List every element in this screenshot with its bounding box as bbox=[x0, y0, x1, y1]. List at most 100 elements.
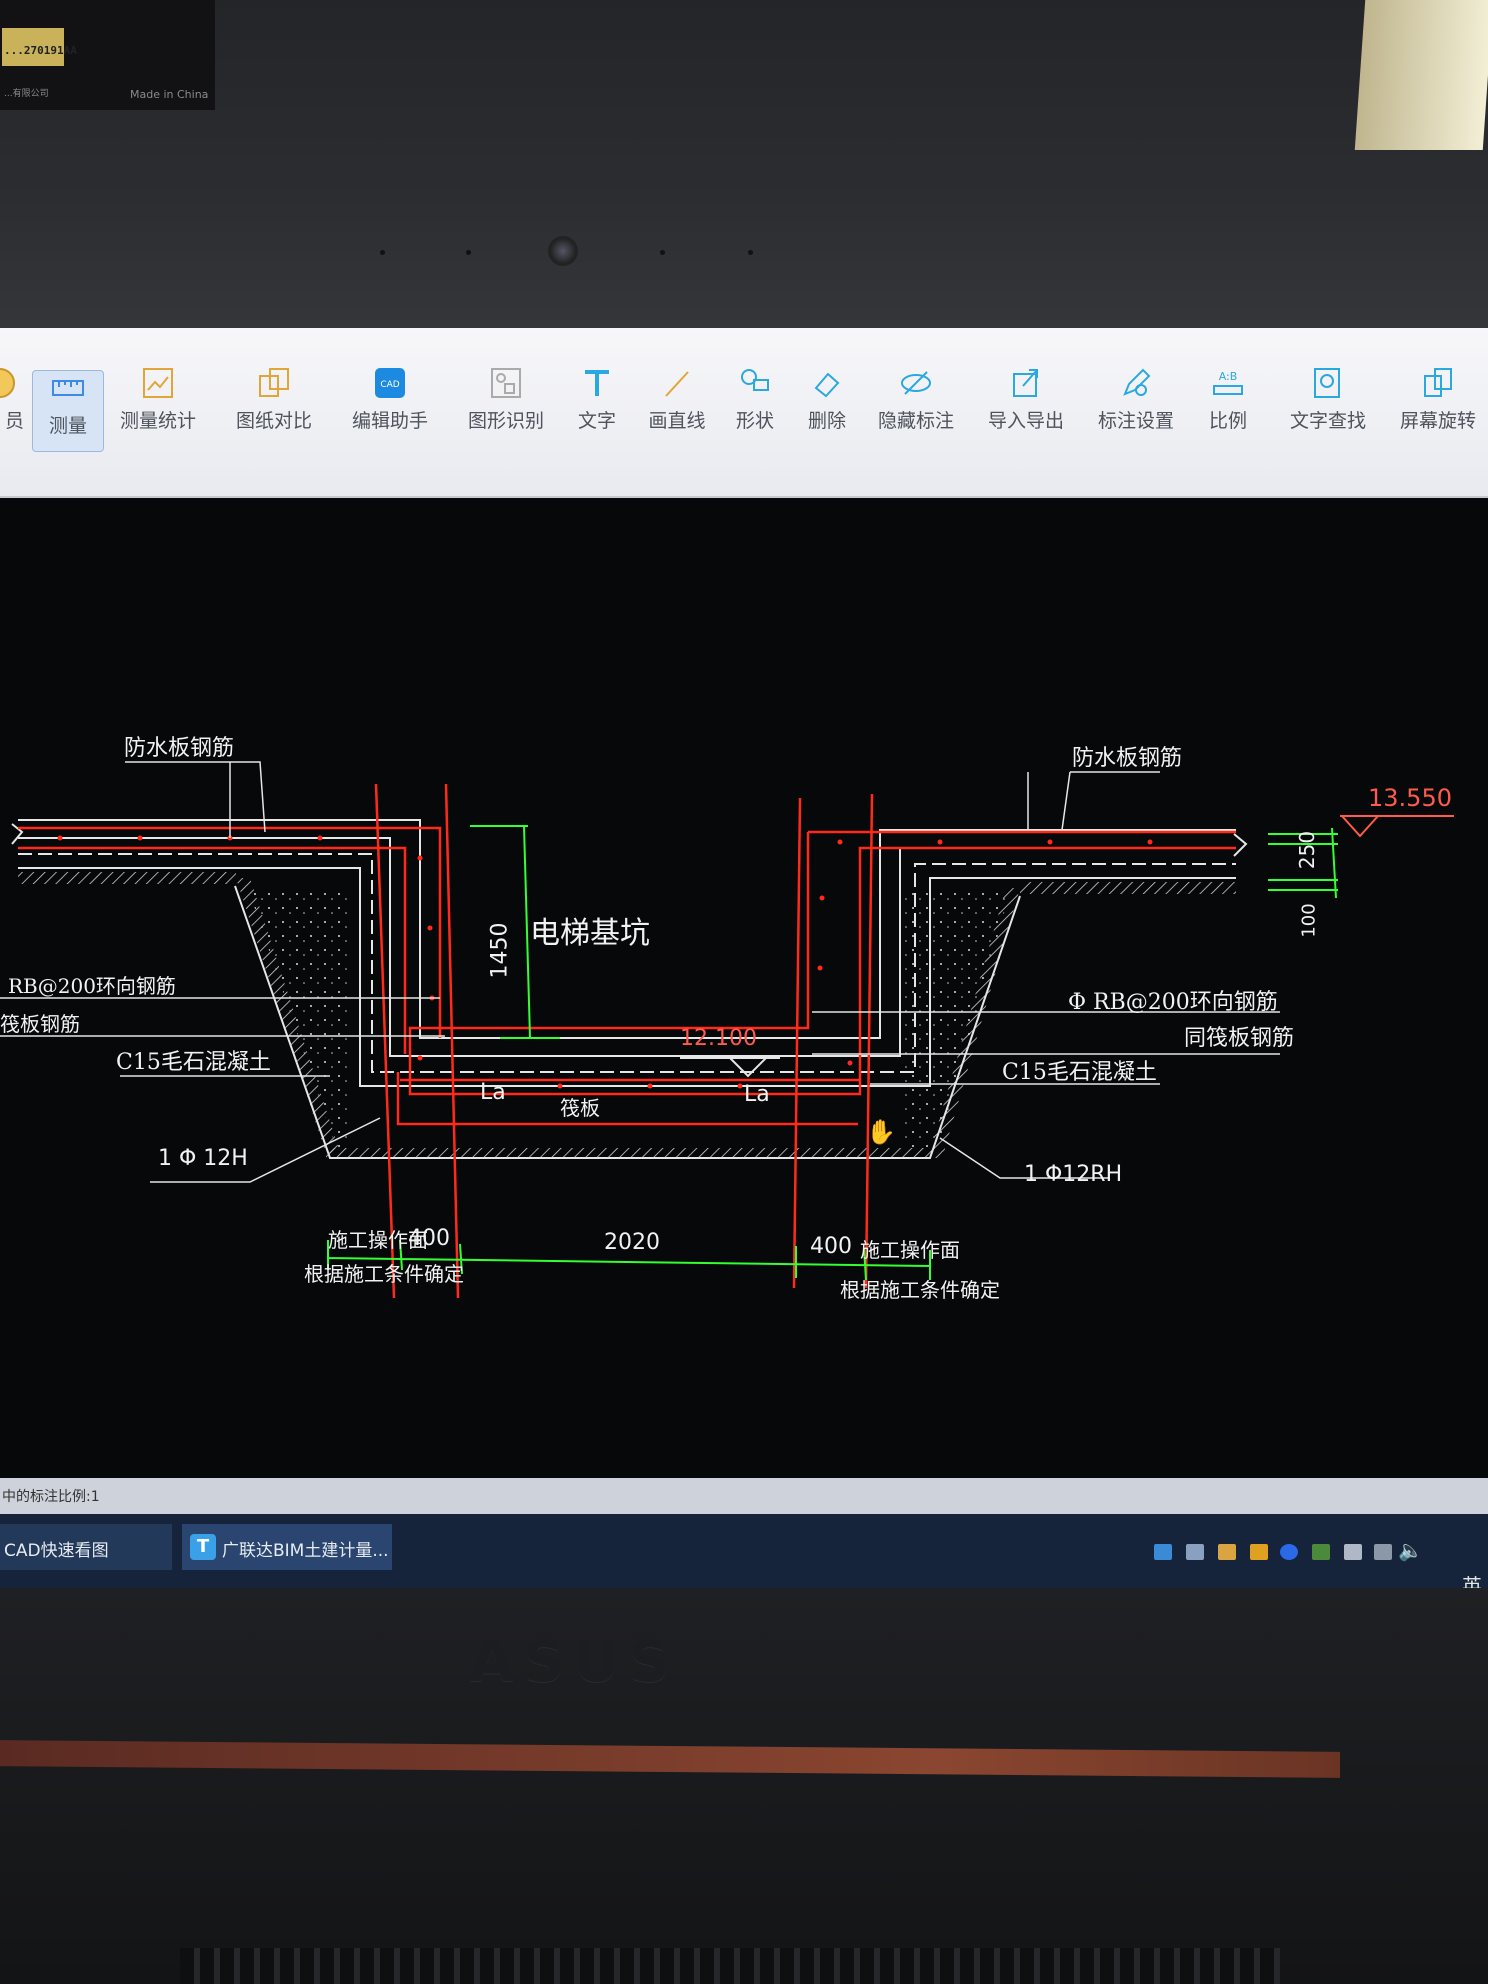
volume-icon[interactable]: 🔈 bbox=[1398, 1538, 1423, 1562]
label-note-right: 根据施工条件确定 bbox=[840, 1278, 1000, 1302]
label-concrete-left: C15毛石混凝土 bbox=[116, 1050, 271, 1075]
tool-label: 屏幕旋转 bbox=[1399, 410, 1476, 432]
label-note-left: 根据施工条件确定 bbox=[304, 1262, 464, 1286]
webcam-icon bbox=[548, 236, 578, 266]
status-text: 中的标注比例:1 bbox=[2, 1489, 100, 1505]
tool-edit-assistant-button[interactable]: CAD 编辑助手 bbox=[350, 366, 430, 446]
tool-shape-button[interactable]: 形状 bbox=[730, 366, 780, 446]
tool-member-button[interactable]: 员 bbox=[0, 366, 24, 446]
tool-import-export-button[interactable]: 导入导出 bbox=[986, 366, 1066, 446]
tool-line-button[interactable]: 画直线 bbox=[644, 366, 710, 446]
tool-label: 标注设置 bbox=[1097, 410, 1174, 432]
taskbar-item-cad[interactable]: CAD快速看图 bbox=[0, 1524, 172, 1570]
label-waterproof-rebar-left: 防水板钢筋 bbox=[124, 736, 235, 761]
tool-label: 员 bbox=[4, 410, 24, 432]
sticker-made-in: Made in China bbox=[130, 88, 209, 101]
hinge-strip bbox=[0, 1740, 1340, 1778]
pen-gear-icon bbox=[1119, 366, 1153, 400]
dim-pit-depth: 1450 bbox=[487, 922, 513, 979]
elevation-bottom: 12.100 bbox=[680, 1026, 757, 1051]
label-bar-left: 1 Φ 12H bbox=[158, 1146, 248, 1171]
paper-sheet bbox=[1354, 0, 1488, 150]
cad-canvas[interactable]: 防水板钢筋 防水板钢筋 电梯基坑 1450 RB@200环向钢筋 筏板钢筋 C1… bbox=[0, 498, 1488, 1478]
keyboard-edge bbox=[180, 1948, 1280, 1984]
dim-right-work: 400 bbox=[810, 1234, 852, 1259]
mic-hole bbox=[466, 250, 471, 255]
tool-text-button[interactable]: 文字 bbox=[572, 366, 622, 446]
tool-label: 导入导出 bbox=[987, 410, 1064, 432]
system-tray: 🔈 英 bbox=[1148, 1538, 1488, 1588]
tray-gpu-icon[interactable] bbox=[1312, 1544, 1330, 1560]
tool-hide-annotation-button[interactable]: 隐藏标注 bbox=[876, 366, 956, 446]
tool-label: 删除 bbox=[807, 410, 846, 432]
tool-ratio-button[interactable]: A:B 比例 bbox=[1204, 366, 1252, 446]
tray-shield-icon[interactable] bbox=[1250, 1544, 1268, 1560]
label-ring-rebar-left: RB@200环向钢筋 bbox=[8, 974, 176, 998]
rebar-lines bbox=[18, 783, 1236, 1299]
label-bar-right: 1 Φ12RH bbox=[1024, 1162, 1123, 1187]
text-search-icon bbox=[1311, 366, 1345, 400]
tool-label: 测量统计 bbox=[119, 410, 196, 432]
label-ring-rebar-right: Φ RB@200环向钢筋 bbox=[1068, 990, 1278, 1015]
shape-icon bbox=[738, 366, 772, 400]
cad-assistant-icon: CAD bbox=[373, 366, 407, 400]
bluetooth-icon[interactable] bbox=[1280, 1544, 1298, 1560]
compare-icon bbox=[257, 366, 291, 400]
label-la-left: La bbox=[480, 1080, 506, 1105]
ime-indicator[interactable]: 英 bbox=[1462, 1570, 1482, 1588]
stats-icon bbox=[141, 366, 175, 400]
taskbar-item-glodon[interactable]: T 广联达BIM土建计量... bbox=[182, 1524, 392, 1570]
laptop-chassis: ASUS bbox=[0, 1588, 1488, 1984]
taskbar: CAD快速看图 T 广联达BIM土建计量... 🔈 英 bbox=[0, 1514, 1488, 1588]
import-export-icon bbox=[1009, 366, 1043, 400]
tray-display-icon[interactable] bbox=[1374, 1544, 1392, 1560]
label-work-face-right: 施工操作面 bbox=[860, 1238, 960, 1262]
dimension-lines bbox=[327, 825, 1338, 1281]
label-raft-rebar-right: 同筏板钢筋 bbox=[1184, 1026, 1295, 1051]
tool-label: 测量 bbox=[48, 415, 87, 437]
tool-label: 比例 bbox=[1208, 410, 1247, 432]
ratio-icon-text: A:B bbox=[1219, 370, 1238, 383]
taskbar-label: CAD快速看图 bbox=[4, 1541, 109, 1561]
line-icon bbox=[660, 366, 694, 400]
tray-app-icon[interactable] bbox=[1186, 1544, 1204, 1560]
dim-cushion: 100 bbox=[1298, 903, 1320, 938]
label-raft: 筏板 bbox=[560, 1096, 600, 1120]
ruler-icon bbox=[51, 371, 85, 405]
tray-network-icon[interactable] bbox=[1154, 1544, 1172, 1560]
ground-lines bbox=[11, 819, 1248, 1159]
label-la-right: La bbox=[744, 1082, 770, 1107]
laptop-screen: 员 测量 测量统计 图纸对比 CAD 编辑助手 图形识别 文字 画直线 形状 删… bbox=[0, 328, 1488, 1588]
asus-logo: ASUS bbox=[470, 1630, 680, 1695]
shape-recognize-icon bbox=[489, 366, 523, 400]
laptop-bezel-top: ...270191AA ...有限公司 Made in China bbox=[0, 0, 1488, 330]
sticker-company: ...有限公司 bbox=[4, 89, 49, 99]
tool-text-search-button[interactable]: 文字查找 bbox=[1288, 366, 1368, 446]
tool-annotation-settings-button[interactable]: 标注设置 bbox=[1096, 366, 1176, 446]
tool-measure-stats-button[interactable]: 测量统计 bbox=[118, 366, 198, 446]
tool-label: 文字 bbox=[577, 410, 616, 432]
mic-hole bbox=[660, 250, 665, 255]
sticker-code: ...270191AA bbox=[4, 44, 77, 57]
battery-icon[interactable] bbox=[1344, 1544, 1362, 1560]
tool-screen-rotate-button[interactable]: 屏幕旋转 bbox=[1398, 366, 1478, 446]
drawing-title: 电梯基坑 bbox=[530, 916, 650, 951]
tool-label: 形状 bbox=[735, 410, 774, 432]
mic-hole bbox=[748, 250, 753, 255]
tool-measure-button[interactable]: 测量 bbox=[32, 370, 104, 452]
tool-label: 文字查找 bbox=[1289, 410, 1366, 432]
dim-span: 2020 bbox=[604, 1230, 660, 1255]
tool-shape-recognize-button[interactable]: 图形识别 bbox=[466, 366, 546, 446]
hand-cursor-icon: ✋ bbox=[866, 1118, 896, 1146]
status-bar: 中的标注比例:1 bbox=[0, 1478, 1488, 1514]
tool-label: 编辑助手 bbox=[351, 410, 428, 432]
taskbar-label: 广联达BIM土建计量... bbox=[222, 1541, 389, 1561]
elevation-top: 13.550 bbox=[1368, 784, 1452, 812]
svg-text:CAD: CAD bbox=[380, 380, 399, 390]
tool-label: 图纸对比 bbox=[235, 410, 312, 432]
ribbon-toolbar: 员 测量 测量统计 图纸对比 CAD 编辑助手 图形识别 文字 画直线 形状 删… bbox=[0, 328, 1488, 498]
tray-folder-icon[interactable] bbox=[1218, 1544, 1236, 1560]
tool-delete-button[interactable]: 删除 bbox=[802, 366, 852, 446]
tool-compare-button[interactable]: 图纸对比 bbox=[234, 366, 314, 446]
eye-hidden-icon bbox=[899, 366, 933, 400]
